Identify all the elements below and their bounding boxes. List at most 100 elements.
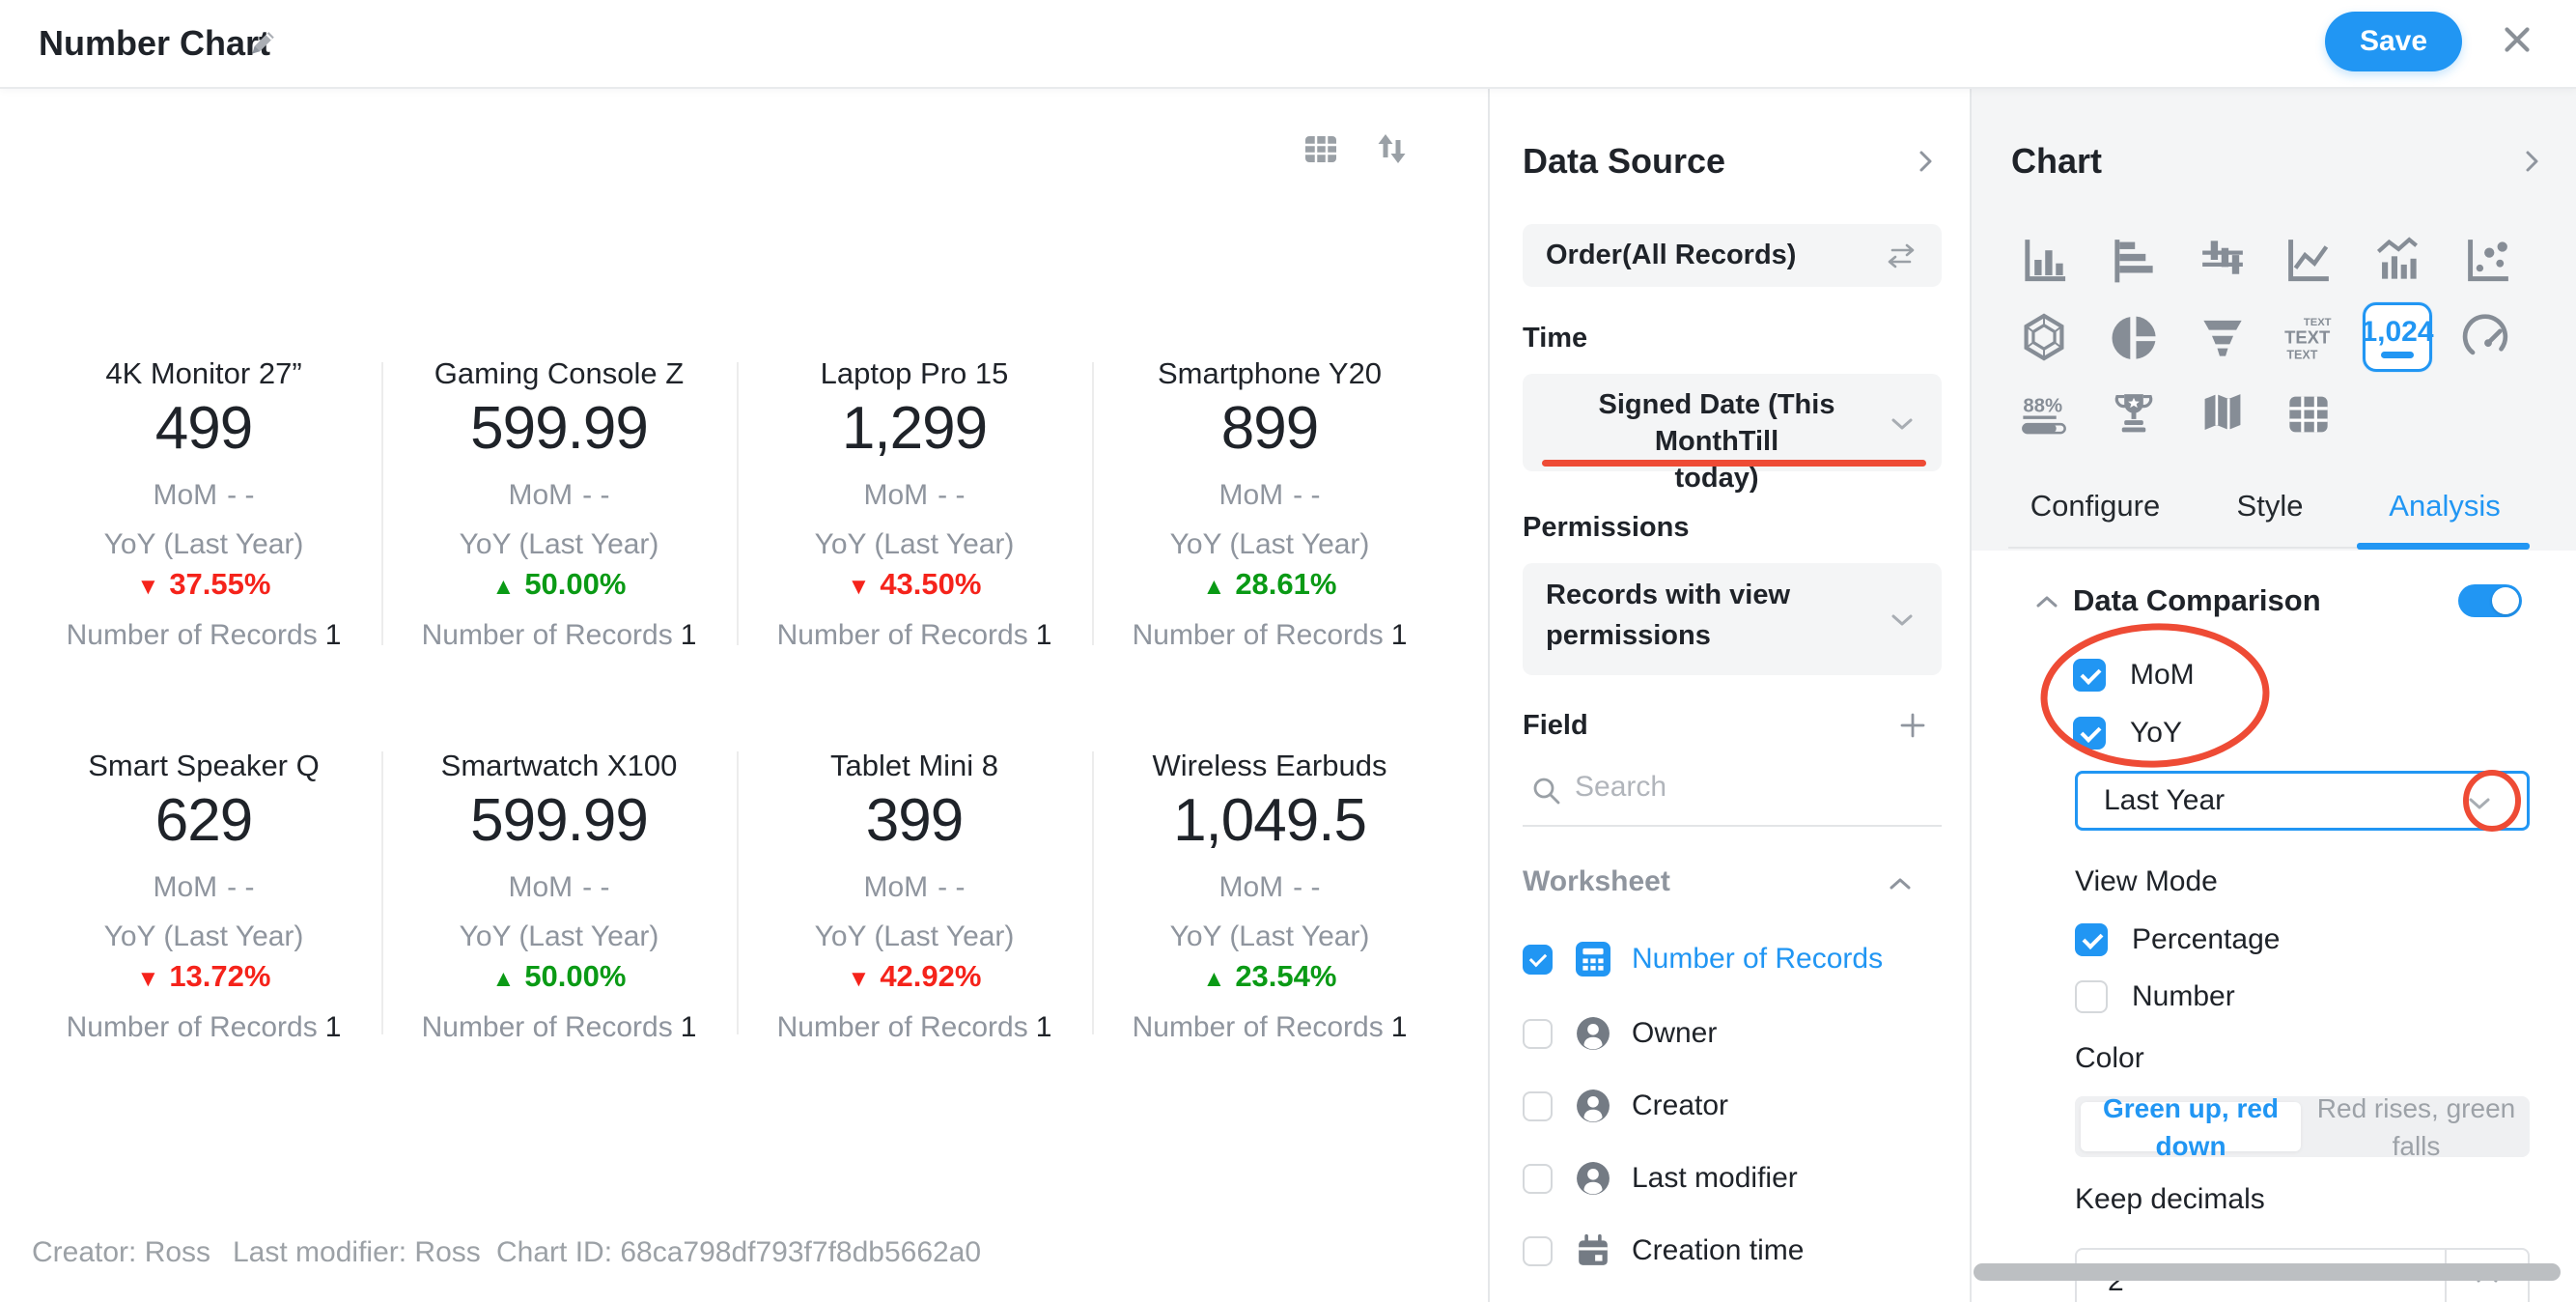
mom-checkbox[interactable] [2073,659,2106,692]
collapse-panel-icon[interactable] [2518,148,2545,175]
line-chart-icon[interactable] [2274,225,2343,295]
radar-chart-icon[interactable] [2009,302,2079,372]
close-icon[interactable] [2497,19,2537,60]
color-option-red-up[interactable]: Red rises, green falls [2303,1096,2530,1157]
card-separator [737,751,739,1034]
field-row-last-modifier[interactable]: Last modifier [1523,1143,1947,1214]
time-field-select[interactable]: Signed Date (This MonthTill today) [1523,374,1942,471]
collapse-worksheet-icon[interactable] [1886,869,1915,898]
card-records-row: Number of Records1 [381,616,737,655]
card-value: 899 [1092,397,1447,461]
trend-arrow-icon [492,574,516,600]
calculator-icon [1576,942,1610,976]
search-icon [1530,775,1563,807]
word-cloud-chart-icon[interactable]: TEXT TEXT TEXT [2274,302,2343,372]
horizontal-scrollbar[interactable] [1974,1263,2561,1281]
field-row-creation-time[interactable]: Creation time [1523,1215,1947,1287]
search-input[interactable] [1575,771,1903,804]
card-title: Smartphone Y20 [1092,353,1447,395]
swap-table-icon[interactable] [1886,241,1917,271]
gauge-chart-icon[interactable] [2453,302,2523,372]
metric-card: Smartwatch X100 599.99 MoM- - YoY (Last … [381,740,737,1047]
card-yoy-label: YoY (Last Year) [737,525,1092,564]
card-yoy-change: 37.55% [26,565,381,607]
checkbox[interactable] [1523,1164,1553,1194]
number-checkbox[interactable] [2075,980,2108,1013]
checkbox[interactable] [1523,1236,1553,1266]
checkbox[interactable] [1523,1091,1553,1121]
metric-card: Smart Speaker Q 629 MoM- - YoY (Last Yea… [26,740,381,1047]
stacked-chart-icon[interactable] [2188,225,2257,295]
permissions-select[interactable]: Records with view permissions [1523,563,1942,675]
trend-arrow-icon [848,574,871,600]
card-yoy-change: 50.00% [381,957,737,999]
comparison-period-select[interactable]: Last Year [2075,771,2530,831]
chevron-down-icon [1888,606,1917,635]
color-option-green-up[interactable]: Green up, red down [2081,1102,2301,1151]
person-icon [1576,1016,1610,1051]
metric-card: Laptop Pro 15 1,299 MoM- - YoY (Last Yea… [737,348,1092,655]
view-mode-label: View Mode [2075,861,2218,903]
funnel-chart-icon[interactable] [2188,302,2257,372]
metric-card: Smartphone Y20 899 MoM- - YoY (Last Year… [1092,348,1447,655]
card-value: 599.99 [381,397,737,461]
collapse-section-icon[interactable] [2033,588,2060,615]
field-row-creator[interactable]: Creator [1523,1070,1947,1142]
collapse-panel-icon[interactable] [1912,148,1939,175]
card-value: 599.99 [381,789,737,853]
page-title: Number Chart [39,0,270,87]
trend-arrow-icon [137,966,160,992]
progress-chart-icon[interactable]: 88% [2009,380,2079,449]
card-records-row: Number of Records1 [737,616,1092,655]
card-title: Gaming Console Z [381,353,737,395]
add-field-icon[interactable] [1898,711,1927,740]
chart-config-panel: Chart TEXT TEXT TEXT 1,024 [1972,89,2576,1302]
annotation-underline [1542,460,1926,467]
tab-configure[interactable]: Configure [2008,485,2182,527]
table-chart-icon[interactable] [2274,380,2343,449]
bar-chart-icon[interactable] [2099,225,2169,295]
field-row-owner[interactable]: Owner [1523,998,1947,1069]
permissions-section-label: Permissions [1523,510,1689,545]
trend-arrow-icon [848,966,871,992]
view-data-table-icon[interactable] [1300,127,1342,170]
worksheet-section-label: Worksheet [1523,864,1670,899]
number-chart-underline [2381,352,2414,358]
card-mom-row: MoM- - [26,476,381,515]
tab-style[interactable]: Style [2183,485,2357,527]
scatter-chart-icon[interactable] [2453,225,2523,295]
card-mom-row: MoM- - [381,868,737,907]
card-records-row: Number of Records1 [26,616,381,655]
last-modifier-label: Last modifier: Ross [233,1236,481,1269]
map-chart-icon[interactable] [2188,380,2257,449]
card-title: Laptop Pro 15 [737,353,1092,395]
field-row-number-of-records[interactable]: Number of Records [1523,923,1947,995]
tab-divider [2008,547,2357,549]
tab-analysis[interactable]: Analysis [2358,485,2532,527]
sort-icon[interactable] [1371,127,1414,170]
data-source-table-select[interactable]: Order(All Records) [1523,224,1942,287]
checkbox[interactable] [1523,945,1553,975]
column-chart-icon[interactable] [2009,225,2079,295]
config-tab-bar: Configure Style Analysis [1972,485,2576,527]
card-yoy-label: YoY (Last Year) [381,918,737,956]
trend-arrow-icon [1203,574,1226,600]
card-records-row: Number of Records1 [1092,1008,1447,1047]
percentage-checkbox[interactable] [2075,923,2108,956]
color-mode-segmented-control: Green up, red down Red rises, green fall… [2075,1096,2530,1157]
save-button[interactable]: Save [2325,12,2462,71]
table-name: Order(All Records) [1546,224,1796,287]
pie-chart-icon[interactable] [2099,302,2169,372]
combo-chart-icon[interactable] [2363,225,2432,295]
ranking-chart-icon[interactable] [2099,380,2169,449]
yoy-checkbox[interactable] [2073,717,2106,750]
field-search[interactable] [1523,759,1942,827]
card-separator [737,362,739,645]
checkbox[interactable] [1523,1019,1553,1049]
edit-title-icon[interactable] [245,26,282,63]
card-yoy-change: 50.00% [381,565,737,607]
mom-label: MoM [2130,654,2195,696]
number-chart-icon[interactable]: 1,024 [2363,302,2432,372]
data-source-header: Data Source [1523,140,1725,183]
data-comparison-toggle[interactable] [2458,584,2522,617]
